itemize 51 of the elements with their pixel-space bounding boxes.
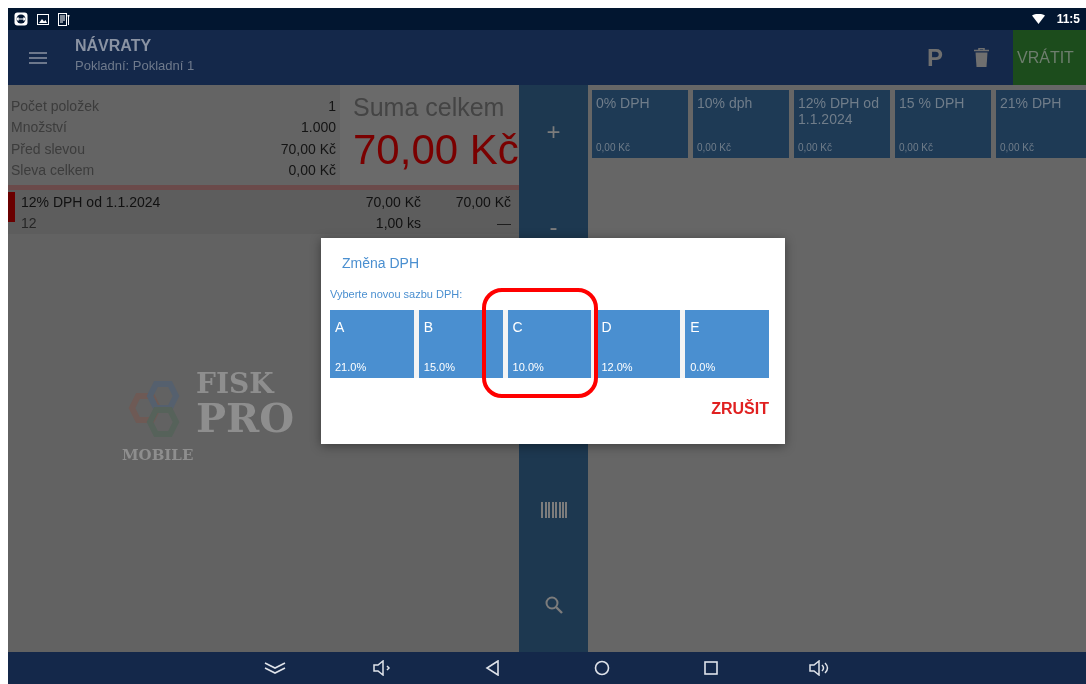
park-button[interactable]: P — [923, 43, 947, 72]
vat-rate-name: 12% DPH od 1.1.2024 — [798, 95, 880, 128]
vat-option-button[interactable]: A 21.0% — [330, 310, 414, 378]
wifi-icon — [1031, 14, 1045, 24]
vat-option-button[interactable]: C 10.0% — [507, 310, 592, 378]
vat-rate-name: 0% DPH — [596, 95, 651, 112]
item-price: 70,00 Kč — [364, 194, 421, 212]
vat-rate-tile[interactable]: 10% dph 0,00 Kč — [693, 90, 789, 158]
dialog-title: Změna DPH — [342, 255, 421, 271]
cashier-subtitle: Pokladní: Pokladní 1 — [75, 57, 196, 73]
item-discount: — — [496, 215, 511, 233]
vat-option-button[interactable]: D 12.0% — [596, 310, 681, 378]
item-quantity: 1,00 ks — [374, 215, 421, 233]
menu-icon[interactable] — [29, 51, 47, 64]
vat-rate-tile[interactable]: 12% DPH od 1.1.2024 0,00 Kč — [794, 90, 890, 158]
vat-rate-tile[interactable]: 15 % DPH 0,00 Kč — [895, 90, 991, 158]
item-name: 12% DPH od 1.1.2024 — [21, 194, 162, 212]
item-marker — [8, 192, 15, 222]
volume-up-icon[interactable] — [808, 660, 831, 676]
dialog-prompt: Vyberte novou sazbu DPH: — [330, 288, 464, 300]
cancel-button[interactable]: ZRUŠIT — [711, 400, 769, 418]
side-button[interactable]: + — [538, 116, 569, 149]
vat-rate-tile[interactable]: 21% DPH 0,00 Kč — [996, 90, 1086, 158]
document-icon — [58, 12, 70, 26]
vat-rate-amount: 0,00 Kč — [899, 142, 934, 153]
image-icon — [37, 13, 49, 25]
summary-value: 70,00 Kč — [280, 140, 336, 157]
chevron-down-icon[interactable] — [263, 661, 286, 675]
vat-rate-name: 15 % DPH — [899, 95, 966, 112]
summary-value: 1.000 — [300, 119, 336, 136]
summary-value: 1 — [328, 97, 336, 114]
vat-rate-amount: 0,00 Kč — [1000, 142, 1035, 153]
vat-rate-name: 10% dph — [697, 95, 754, 112]
vat-rate-amount: 0,00 Kč — [596, 142, 631, 153]
vat-rate-amount: 0,00 Kč — [697, 142, 732, 153]
item-total: 70,00 Kč — [454, 194, 511, 212]
barcode-icon[interactable] — [540, 502, 567, 519]
summary-value: 0,00 Kč — [288, 162, 336, 179]
return-button[interactable]: VRÁTIT — [1013, 30, 1086, 85]
remote-app-icon — [14, 12, 28, 26]
side-button[interactable]: - — [541, 210, 566, 243]
total-amount: 70,00 Kč — [353, 126, 519, 174]
trash-icon[interactable] — [974, 48, 989, 67]
screen-title: NÁVRATY — [75, 36, 153, 55]
vat-option-button[interactable]: E 0.0% — [685, 310, 769, 378]
vat-rate-amount: 0,00 Kč — [798, 142, 833, 153]
clock-time: 11:5 — [1056, 12, 1080, 26]
vat-rate-tile[interactable]: 0% DPH 0,00 Kč — [592, 90, 688, 158]
vat-rate-name: 21% DPH — [1000, 95, 1063, 112]
search-icon[interactable] — [544, 595, 563, 614]
vat-option-button[interactable]: B 15.0% — [418, 310, 503, 378]
